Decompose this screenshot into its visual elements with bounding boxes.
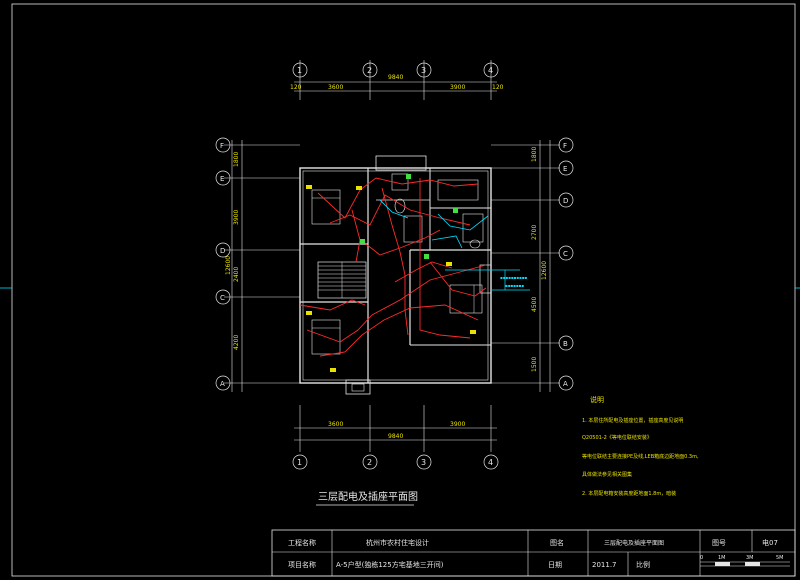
tb-value-project: 杭州市农村住宅设计 <box>366 538 429 547</box>
drawing-frame <box>11 3 796 577</box>
notes-heading: 说明 <box>590 395 604 404</box>
annotation-text: ▪▪▪▪▪▪▪▪▪▪ <box>500 275 527 280</box>
dim-left-4: 4200 <box>233 335 240 350</box>
tb-label-date: 日期 <box>548 561 562 569</box>
axis-top-1: 1 <box>297 66 302 75</box>
tb-value-no: 电07 <box>762 538 778 547</box>
dim-left-2: 3900 <box>233 210 240 225</box>
scale-tick-0: 0 <box>700 555 703 561</box>
notes-line-1: 1. 本层住所配电及插座位置，插座高度见说明 <box>582 417 683 424</box>
dim-left-1: 1800 <box>233 152 240 167</box>
notes-line-5: 2. 本层配电箱安装高度距地面1.8m，暗装 <box>582 490 676 497</box>
axis-left-d: D <box>220 247 225 255</box>
axis-right-e: E <box>563 165 567 173</box>
tb-label-drawing: 图名 <box>550 538 564 547</box>
axis-left-a: A <box>220 380 225 388</box>
left-dimensions: 1800 3900 2400 4200 12600 F E D C A <box>215 137 300 392</box>
axis-top-2: 2 <box>367 66 372 75</box>
axis-bottom-3: 3 <box>421 458 426 467</box>
dim-bottom-1: 3600 <box>328 421 343 428</box>
axis-left-c: C <box>220 294 225 302</box>
axis-right-f: F <box>563 142 567 150</box>
dim-right-3: 4500 <box>531 297 538 312</box>
tb-label-item: 项目名称 <box>288 560 316 569</box>
axis-top-4: 4 <box>488 66 493 75</box>
drawing-title: 三层配电及插座平面图 <box>318 490 418 503</box>
scale-tick-1: 1M <box>718 555 726 561</box>
axis-left-f: F <box>220 142 224 150</box>
furniture <box>311 173 484 355</box>
title-block: 工程名称 杭州市农村住宅设计 项目名称 A-5户型(独栋125方宅基地三开间) … <box>271 529 796 577</box>
notes-line-3: 等电位联结主要连接PE及线,LEB箱底边距地面0.3m, <box>582 453 699 460</box>
dim-top-4: 120 <box>492 84 504 91</box>
bottom-dimensions: 3600 3900 9840 1 2 3 4 <box>292 405 499 470</box>
dim-top-total: 9840 <box>388 74 403 81</box>
dim-top-2: 3600 <box>328 84 343 91</box>
scale-tick-5: 5M <box>776 555 784 561</box>
dim-bottom-2: 3900 <box>450 421 465 428</box>
tb-value-drawing: 三层配电及插座平面图 <box>604 539 664 547</box>
dim-right-2: 2700 <box>531 225 538 240</box>
building-walls <box>299 155 492 395</box>
dim-left-3: 2400 <box>233 267 240 282</box>
tb-label-scale: 比例 <box>636 560 650 569</box>
axis-right-b: B <box>563 340 568 348</box>
scale-tick-3: 3M <box>746 555 754 561</box>
notes: 说明 1. 本层住所配电及插座位置，插座高度见说明 Q20501-2《等电位联结… <box>582 395 699 497</box>
stairs <box>317 261 367 299</box>
axis-right-a: A <box>563 380 568 388</box>
dim-top-1: 120 <box>290 84 302 91</box>
right-dimensions: 1800 2700 4500 1500 12600 F E D C B A <box>491 137 574 392</box>
axis-left-e: E <box>220 175 224 183</box>
cad-drawing: 120 3600 3900 120 9840 1 2 3 4 1800 3900… <box>0 3 800 577</box>
tb-label-project: 工程名称 <box>288 538 316 547</box>
dim-right-4: 1500 <box>531 357 538 372</box>
axis-right-c: C <box>563 250 568 258</box>
axis-bottom-1: 1 <box>297 458 302 467</box>
dim-right-1: 1800 <box>531 147 538 162</box>
axis-right-d: D <box>563 197 568 205</box>
notes-line-2: Q20501-2《等电位联结安装》 <box>582 434 652 441</box>
notes-line-4: 具体做法参见相关图集 <box>582 471 632 478</box>
tb-label-no: 图号 <box>712 539 726 547</box>
dim-right-total: 12600 <box>541 261 548 280</box>
dim-bottom-total: 9840 <box>388 433 403 440</box>
axis-bottom-2: 2 <box>367 458 372 467</box>
axis-bottom-4: 4 <box>488 458 493 467</box>
outlet-symbols <box>306 174 476 392</box>
annotation-text-2: ▪▪▪▪▪▪▪ <box>505 283 524 288</box>
tb-value-item: A-5户型(独栋125方宅基地三开间) <box>336 560 444 569</box>
dim-top-3: 3900 <box>450 84 465 91</box>
cad-canvas: 120 3600 3900 120 9840 1 2 3 4 1800 3900… <box>0 0 800 580</box>
axis-top-3: 3 <box>421 66 426 75</box>
dim-left-total: 12600 <box>225 256 232 275</box>
top-dimensions: 120 3600 3900 120 9840 <box>290 60 504 100</box>
annotation-cyan: ▪▪▪▪▪▪▪▪▪▪ ▪▪▪▪▪▪▪ <box>379 199 530 291</box>
wiring-red <box>299 177 487 357</box>
tb-value-date: 2011.7 <box>592 561 617 569</box>
